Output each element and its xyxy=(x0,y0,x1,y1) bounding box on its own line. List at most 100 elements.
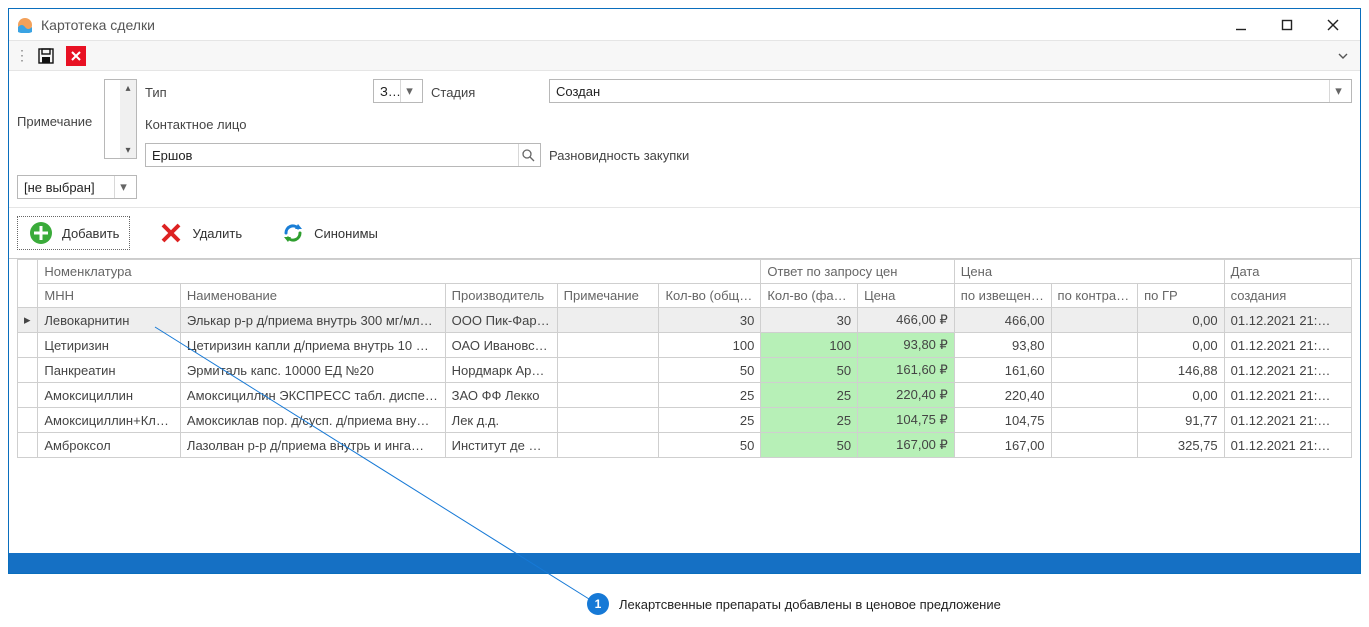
cell-price[interactable]: 93,80 ₽ xyxy=(858,333,955,358)
window-minimize-button[interactable] xyxy=(1218,10,1264,40)
cell-by-notice[interactable]: 466,00 xyxy=(954,308,1051,333)
column-price[interactable]: Цена xyxy=(858,284,955,308)
cell-created[interactable]: 01.12.2021 21:… xyxy=(1224,383,1351,408)
row-indicator[interactable] xyxy=(18,408,38,433)
scroll-down-icon[interactable]: ▾ xyxy=(120,142,136,158)
close-button[interactable] xyxy=(65,45,87,67)
cell-name[interactable]: Элькар р-р д/приема внутрь 300 мг/мл… xyxy=(180,308,445,333)
cell-qty-total[interactable]: 50 xyxy=(659,433,761,458)
cell-manufacturer[interactable]: ЗАО ФФ Лекко xyxy=(445,383,557,408)
cell-by-gr[interactable]: 0,00 xyxy=(1138,308,1225,333)
synonyms-button[interactable]: Синонимы xyxy=(270,216,388,250)
cell-name[interactable]: Цетиризин капли д/приема внутрь 10 … xyxy=(180,333,445,358)
row-indicator[interactable] xyxy=(18,333,38,358)
add-button[interactable]: Добавить xyxy=(17,216,130,250)
cell-manufacturer[interactable]: Институт де … xyxy=(445,433,557,458)
cell-price[interactable]: 104,75 ₽ xyxy=(858,408,955,433)
cell-note[interactable] xyxy=(557,383,659,408)
cell-name[interactable]: Лазолван р-р д/приема внутрь и инга… xyxy=(180,433,445,458)
cell-qty-total[interactable]: 30 xyxy=(659,308,761,333)
cell-manufacturer[interactable]: Лек д.д. xyxy=(445,408,557,433)
cell-by-notice[interactable]: 93,80 xyxy=(954,333,1051,358)
cell-manufacturer[interactable]: Нордмарк Ар… xyxy=(445,358,557,383)
cell-qty-total[interactable]: 50 xyxy=(659,358,761,383)
cell-by-gr[interactable]: 0,00 xyxy=(1138,333,1225,358)
header-group-date[interactable]: Дата xyxy=(1224,260,1351,284)
toolbar-overflow-button[interactable] xyxy=(1332,45,1354,67)
cell-price[interactable]: 466,00 ₽ xyxy=(858,308,955,333)
cell-price[interactable]: 167,00 ₽ xyxy=(858,433,955,458)
save-button[interactable] xyxy=(35,45,57,67)
cell-name[interactable]: Амоксиклав пор. д/сусп. д/приема вну… xyxy=(180,408,445,433)
column-manufacturer[interactable]: Производитель xyxy=(445,284,557,308)
table-row[interactable]: ЦетиризинЦетиризин капли д/приема внутрь… xyxy=(18,333,1352,358)
cell-note[interactable] xyxy=(557,308,659,333)
cell-qty-total[interactable]: 25 xyxy=(659,408,761,433)
window-close-button[interactable] xyxy=(1310,10,1356,40)
column-by-notice[interactable]: по извещен… xyxy=(954,284,1051,308)
cell-qty-total[interactable]: 25 xyxy=(659,383,761,408)
stage-combobox[interactable]: Создан ▾ xyxy=(549,79,1352,103)
cell-qty-fact[interactable]: 50 xyxy=(761,433,858,458)
column-qty-total[interactable]: Кол-во (общ… xyxy=(659,284,761,308)
cell-qty-total[interactable]: 100 xyxy=(659,333,761,358)
cell-by-contract[interactable] xyxy=(1051,333,1138,358)
cell-name[interactable]: Амоксициллин ЭКСПРЕСС табл. диспе… xyxy=(180,383,445,408)
cell-note[interactable] xyxy=(557,408,659,433)
table-row[interactable]: Амоксициллин+Кл…Амоксиклав пор. д/сусп. … xyxy=(18,408,1352,433)
cell-by-notice[interactable]: 167,00 xyxy=(954,433,1051,458)
row-indicator[interactable] xyxy=(18,433,38,458)
column-by-contract[interactable]: по контра… xyxy=(1051,284,1138,308)
cell-by-contract[interactable] xyxy=(1051,308,1138,333)
cell-by-gr[interactable]: 91,77 xyxy=(1138,408,1225,433)
column-qty-fact[interactable]: Кол-во (фак… xyxy=(761,284,858,308)
cell-qty-fact[interactable]: 100 xyxy=(761,333,858,358)
header-group-nomenclature[interactable]: Номенклатура xyxy=(38,260,761,284)
header-group-response[interactable]: Ответ по запросу цен xyxy=(761,260,954,284)
note-memo[interactable]: ▴ ▾ xyxy=(104,79,137,159)
table-row[interactable]: АмоксициллинАмоксициллин ЭКСПРЕСС табл. … xyxy=(18,383,1352,408)
cell-by-gr[interactable]: 146,88 xyxy=(1138,358,1225,383)
cell-note[interactable] xyxy=(557,358,659,383)
column-note[interactable]: Примечание xyxy=(557,284,659,308)
row-indicator[interactable] xyxy=(18,358,38,383)
cell-by-notice[interactable]: 161,60 xyxy=(954,358,1051,383)
cell-qty-fact[interactable]: 50 xyxy=(761,358,858,383)
cell-by-contract[interactable] xyxy=(1051,383,1138,408)
cell-mnn[interactable]: Амоксициллин xyxy=(38,383,181,408)
cell-qty-fact[interactable]: 25 xyxy=(761,383,858,408)
cell-mnn[interactable]: Амоксициллин+Кл… xyxy=(38,408,181,433)
cell-by-contract[interactable] xyxy=(1051,433,1138,458)
table-row[interactable]: ПанкреатинЭрмиталь капс. 10000 ЕД №20Нор… xyxy=(18,358,1352,383)
cell-by-contract[interactable] xyxy=(1051,408,1138,433)
column-name[interactable]: Наименование xyxy=(180,284,445,308)
window-maximize-button[interactable] xyxy=(1264,10,1310,40)
memo-scrollbar[interactable]: ▴ ▾ xyxy=(120,80,136,158)
cell-mnn[interactable]: Левокарнитин xyxy=(38,308,181,333)
header-group-price[interactable]: Цена xyxy=(954,260,1224,284)
cell-manufacturer[interactable]: ОАО Ивановс… xyxy=(445,333,557,358)
row-indicator[interactable] xyxy=(18,383,38,408)
cell-qty-fact[interactable]: 30 xyxy=(761,308,858,333)
cell-by-contract[interactable] xyxy=(1051,358,1138,383)
table-row[interactable]: ▸ЛевокарнитинЭлькар р-р д/приема внутрь … xyxy=(18,308,1352,333)
search-icon[interactable] xyxy=(518,144,536,166)
cell-price[interactable]: 220,40 ₽ xyxy=(858,383,955,408)
variety-combobox[interactable]: [не выбран] ▾ xyxy=(17,175,137,199)
cell-qty-fact[interactable]: 25 xyxy=(761,408,858,433)
cell-by-gr[interactable]: 325,75 xyxy=(1138,433,1225,458)
cell-created[interactable]: 01.12.2021 21:… xyxy=(1224,308,1351,333)
cell-mnn[interactable]: Амброксол xyxy=(38,433,181,458)
items-grid[interactable]: Номенклатура Ответ по запросу цен Цена Д… xyxy=(9,259,1360,553)
cell-mnn[interactable]: Панкреатин xyxy=(38,358,181,383)
cell-by-notice[interactable]: 220,40 xyxy=(954,383,1051,408)
cell-price[interactable]: 161,60 ₽ xyxy=(858,358,955,383)
column-created[interactable]: создания xyxy=(1224,284,1351,308)
table-row[interactable]: АмброксолЛазолван р-р д/приема внутрь и … xyxy=(18,433,1352,458)
cell-mnn[interactable]: Цетиризин xyxy=(38,333,181,358)
cell-by-notice[interactable]: 104,75 xyxy=(954,408,1051,433)
cell-note[interactable] xyxy=(557,433,659,458)
column-by-gr[interactable]: по ГР xyxy=(1138,284,1225,308)
cell-by-gr[interactable]: 0,00 xyxy=(1138,383,1225,408)
column-mnn[interactable]: МНН xyxy=(38,284,181,308)
